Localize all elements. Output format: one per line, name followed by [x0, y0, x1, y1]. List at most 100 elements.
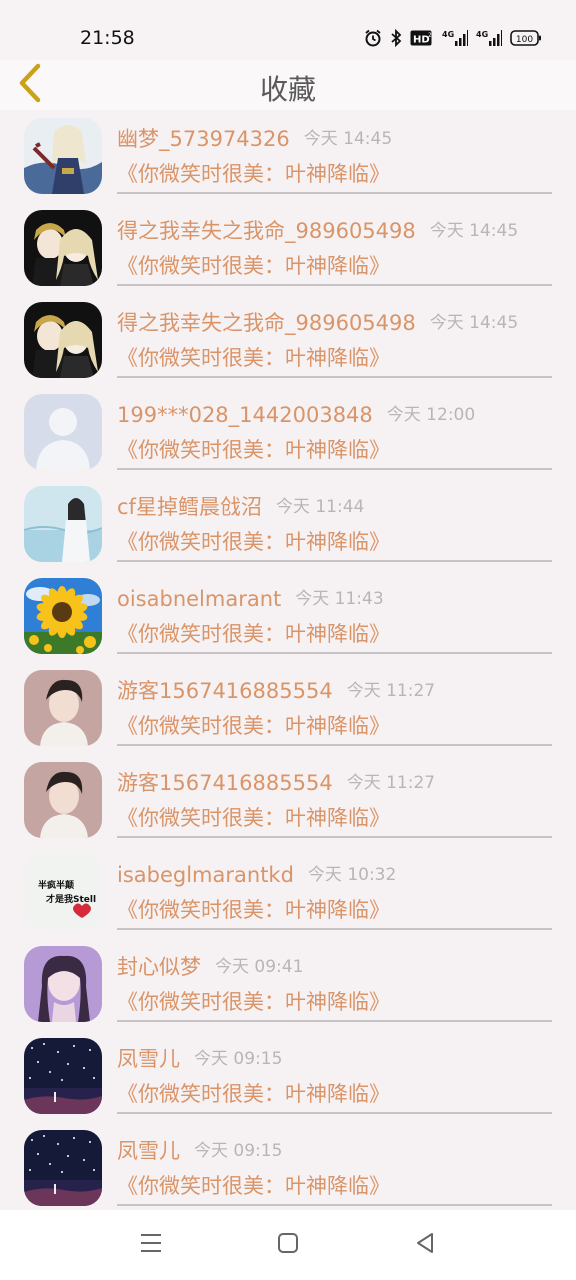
avatar[interactable]	[24, 578, 102, 654]
battery-level: 100	[516, 35, 533, 45]
username: 得之我幸失之我命_989605498	[117, 219, 416, 243]
svg-text:4G: 4G	[442, 30, 454, 39]
book-title: 《你微笑时很美：叶神降临》	[117, 1082, 390, 1106]
book-title: 《你微笑时很美：叶神降临》	[117, 162, 390, 186]
avatar[interactable]	[24, 946, 102, 1022]
timestamp: 今天 09:41	[215, 957, 304, 977]
avatar[interactable]	[24, 1130, 102, 1206]
book-title: 《你微笑时很美：叶神降临》	[117, 898, 390, 922]
header: 收藏	[0, 60, 576, 110]
book-title: 《你微笑时很美：叶神降临》	[117, 254, 390, 278]
battery-icon: 100	[510, 29, 542, 47]
book-title: 《你微笑时很美：叶神降临》	[117, 438, 390, 462]
name-line: 幽梦_573974326 今天 14:45	[117, 124, 556, 154]
divider	[117, 192, 552, 194]
divider	[117, 928, 552, 930]
avatar[interactable]	[24, 302, 102, 378]
timestamp: 今天 11:27	[346, 681, 436, 701]
status-icons: HD 2 4G 4G 100	[364, 27, 542, 49]
timestamp: 今天 14:45	[429, 313, 519, 333]
back-nav-button[interactable]	[410, 1230, 440, 1260]
timestamp: 今天 14:45	[429, 221, 519, 241]
favorite-item[interactable]: 半疯半颠 才是我Stell isabeglmarantkd 今天 10:32 《你…	[0, 846, 576, 938]
alarm-icon	[364, 29, 382, 47]
avatar[interactable]	[24, 1038, 102, 1114]
name-line: 游客1567416885554 今天 11:27	[117, 676, 556, 706]
book-title: 《你微笑时很美：叶神降临》	[117, 714, 390, 738]
signal-4g-icon: 4G	[476, 29, 502, 47]
username: cf星掉鳕晨戗沼	[117, 495, 262, 519]
name-line: oisabnelmarant 今天 11:43	[117, 584, 556, 614]
favorite-item[interactable]: oisabnelmarant 今天 11:43 《你微笑时很美：叶神降临》	[0, 570, 576, 662]
svg-text:2: 2	[428, 32, 432, 39]
divider	[117, 1112, 552, 1114]
name-line: isabeglmarantkd 今天 10:32	[117, 860, 556, 890]
book-title: 《你微笑时很美：叶神降临》	[117, 622, 390, 646]
name-line: 凤雪儿 今天 09:15	[117, 1044, 556, 1074]
bluetooth-icon	[390, 29, 402, 47]
username: 幽梦_573974326	[117, 127, 290, 151]
favorite-item[interactable]: 得之我幸失之我命_989605498 今天 14:45 《你微笑时很美：叶神降临》	[0, 294, 576, 386]
page-title: 收藏	[259, 73, 316, 106]
favorite-item[interactable]: 凤雪儿 今天 09:15 《你微笑时很美：叶神降临》	[0, 1030, 576, 1122]
status-time: 21:58	[80, 27, 135, 49]
divider	[117, 744, 552, 746]
favorite-item[interactable]: 得之我幸失之我命_989605498 今天 14:45 《你微笑时很美：叶神降临》	[0, 202, 576, 294]
name-line: 199***028_1442003848 今天 12:00	[117, 400, 556, 430]
username: 199***028_1442003848	[117, 403, 373, 427]
avatar[interactable]	[24, 762, 102, 838]
username: 凤雪儿	[117, 1139, 180, 1163]
signal-4g-icon: 4G	[442, 29, 468, 47]
book-title: 《你微笑时很美：叶神降临》	[117, 346, 390, 370]
favorite-item[interactable]: 199***028_1442003848 今天 12:00 《你微笑时很美：叶神降…	[0, 386, 576, 478]
timestamp: 今天 11:43	[295, 589, 384, 609]
timestamp: 今天 10:32	[307, 865, 397, 885]
svg-text:才是我Stell: 才是我Stell	[46, 893, 96, 905]
favorite-item[interactable]: 幽梦_573974326 今天 14:45 《你微笑时很美：叶神降临》	[0, 110, 576, 202]
favorite-item[interactable]: cf星掉鳕晨戗沼 今天 11:44 《你微笑时很美：叶神降临》	[0, 478, 576, 570]
menu-button[interactable]	[136, 1230, 166, 1260]
avatar[interactable]	[24, 210, 102, 286]
username: 得之我幸失之我命_989605498	[117, 311, 416, 335]
book-title: 《你微笑时很美：叶神降临》	[117, 1174, 390, 1198]
home-button[interactable]	[273, 1230, 303, 1260]
timestamp: 今天 14:45	[303, 129, 393, 149]
book-title: 《你微笑时很美：叶神降临》	[117, 990, 390, 1014]
book-title: 《你微笑时很美：叶神降临》	[117, 530, 390, 554]
hd-icon: HD 2	[410, 29, 434, 47]
menu-icon	[140, 1232, 162, 1258]
back-triangle-icon	[414, 1232, 436, 1258]
name-line: 凤雪儿 今天 09:15	[117, 1136, 556, 1166]
favorite-item[interactable]: 封心似梦 今天 09:41 《你微笑时很美：叶神降临》	[0, 938, 576, 1030]
avatar[interactable]: 半疯半颠 才是我Stell	[24, 854, 102, 930]
avatar[interactable]	[24, 118, 102, 194]
favorite-item[interactable]: 游客1567416885554 今天 11:27 《你微笑时很美：叶神降临》	[0, 754, 576, 846]
username: 凤雪儿	[117, 1047, 180, 1071]
name-line: 游客1567416885554 今天 11:27	[117, 768, 556, 798]
timestamp: 今天 12:00	[386, 405, 476, 425]
divider	[117, 1204, 552, 1206]
timestamp: 今天 11:44	[275, 497, 365, 517]
divider	[117, 284, 552, 286]
name-line: 得之我幸失之我命_989605498 今天 14:45	[117, 308, 556, 338]
name-line: cf星掉鳕晨戗沼 今天 11:44	[117, 492, 556, 522]
system-nav-bar	[0, 1210, 576, 1280]
divider	[117, 652, 552, 654]
status-bar: 21:58 HD 2 4G 4G 100	[0, 0, 576, 60]
username: isabeglmarantkd	[117, 863, 294, 887]
book-title: 《你微笑时很美：叶神降临》	[117, 806, 390, 830]
divider	[117, 376, 552, 378]
avatar[interactable]	[24, 670, 102, 746]
favorite-item[interactable]: 凤雪儿 今天 09:15 《你微笑时很美：叶神降临》	[0, 1122, 576, 1214]
avatar[interactable]	[24, 486, 102, 562]
name-line: 封心似梦 今天 09:41	[117, 952, 556, 982]
svg-text:半疯半颠: 半疯半颠	[38, 879, 74, 891]
favorite-item[interactable]: 游客1567416885554 今天 11:27 《你微笑时很美：叶神降临》	[0, 662, 576, 754]
username: 游客1567416885554	[117, 679, 333, 703]
username: oisabnelmarant	[117, 587, 282, 611]
timestamp: 今天 09:15	[194, 1141, 283, 1161]
username: 游客1567416885554	[117, 771, 333, 795]
username: 封心似梦	[117, 955, 201, 979]
avatar[interactable]	[24, 394, 102, 470]
timestamp: 今天 09:15	[194, 1049, 283, 1069]
